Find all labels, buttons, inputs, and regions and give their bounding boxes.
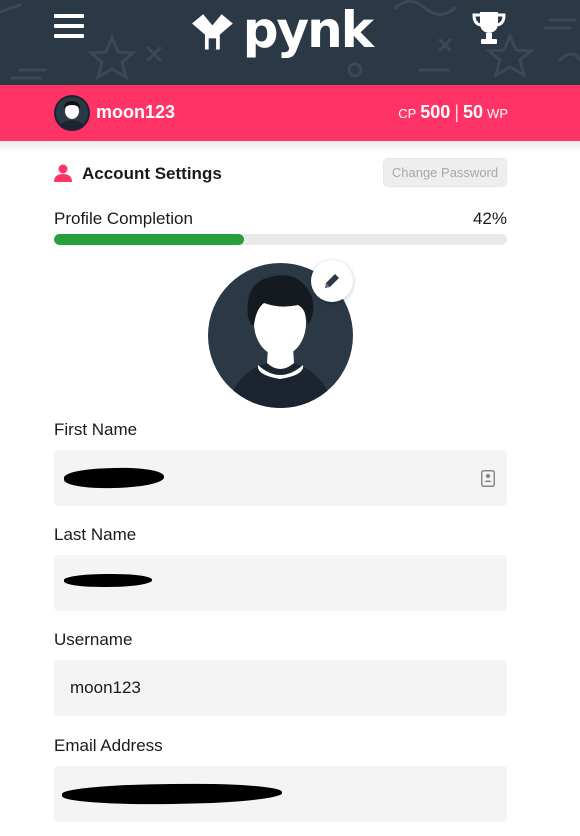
divider-shadow <box>0 141 580 153</box>
last-name-label: Last Name <box>54 525 137 544</box>
profile-completion-bar <box>54 234 507 245</box>
logo[interactable]: pynk <box>192 0 374 60</box>
hamburger-menu-icon <box>54 14 84 18</box>
logo-text: pynk <box>242 1 374 59</box>
pynk-logo-mark <box>192 14 233 50</box>
change-password-button[interactable]: Change Password <box>383 158 507 187</box>
username-label[interactable]: moon123 <box>96 102 175 123</box>
profile-completion-percent: 42% <box>472 209 507 228</box>
person-icon <box>54 164 72 182</box>
pencil-icon <box>325 274 339 288</box>
points-separator: | <box>454 102 460 122</box>
trophy-icon <box>472 12 506 44</box>
edit-photo-button[interactable] <box>311 260 353 302</box>
trophy-button[interactable] <box>470 8 508 46</box>
wp-label: WP <box>487 106 508 121</box>
top-navbar: pynk <box>0 0 580 85</box>
username-input[interactable] <box>54 660 507 716</box>
last-name-field[interactable] <box>54 555 507 611</box>
user-avatar-icon <box>59 101 85 129</box>
profile-completion-label: Profile Completion <box>54 209 193 228</box>
username-field[interactable] <box>54 660 507 716</box>
user-bar: moon123 CP 500 | 50 WP <box>0 85 580 141</box>
username-field-label: Username <box>54 630 133 649</box>
contact-card-icon[interactable] <box>481 470 495 487</box>
avatar[interactable] <box>54 95 90 131</box>
page-title: Account Settings <box>82 164 222 183</box>
menu-button[interactable] <box>54 14 84 40</box>
email-label: Email Address <box>54 736 163 755</box>
cp-value: 500 <box>420 102 451 122</box>
email-field[interactable] <box>54 766 507 822</box>
cp-label: CP <box>398 106 417 121</box>
first-name-label: First Name <box>54 420 138 439</box>
points-display: CP 500 | 50 WP <box>398 102 508 123</box>
wp-value: 50 <box>463 102 484 122</box>
first-name-field[interactable] <box>54 450 507 506</box>
profile-completion-fill <box>54 234 245 245</box>
account-settings-header: Account Settings Change Password <box>54 158 507 188</box>
